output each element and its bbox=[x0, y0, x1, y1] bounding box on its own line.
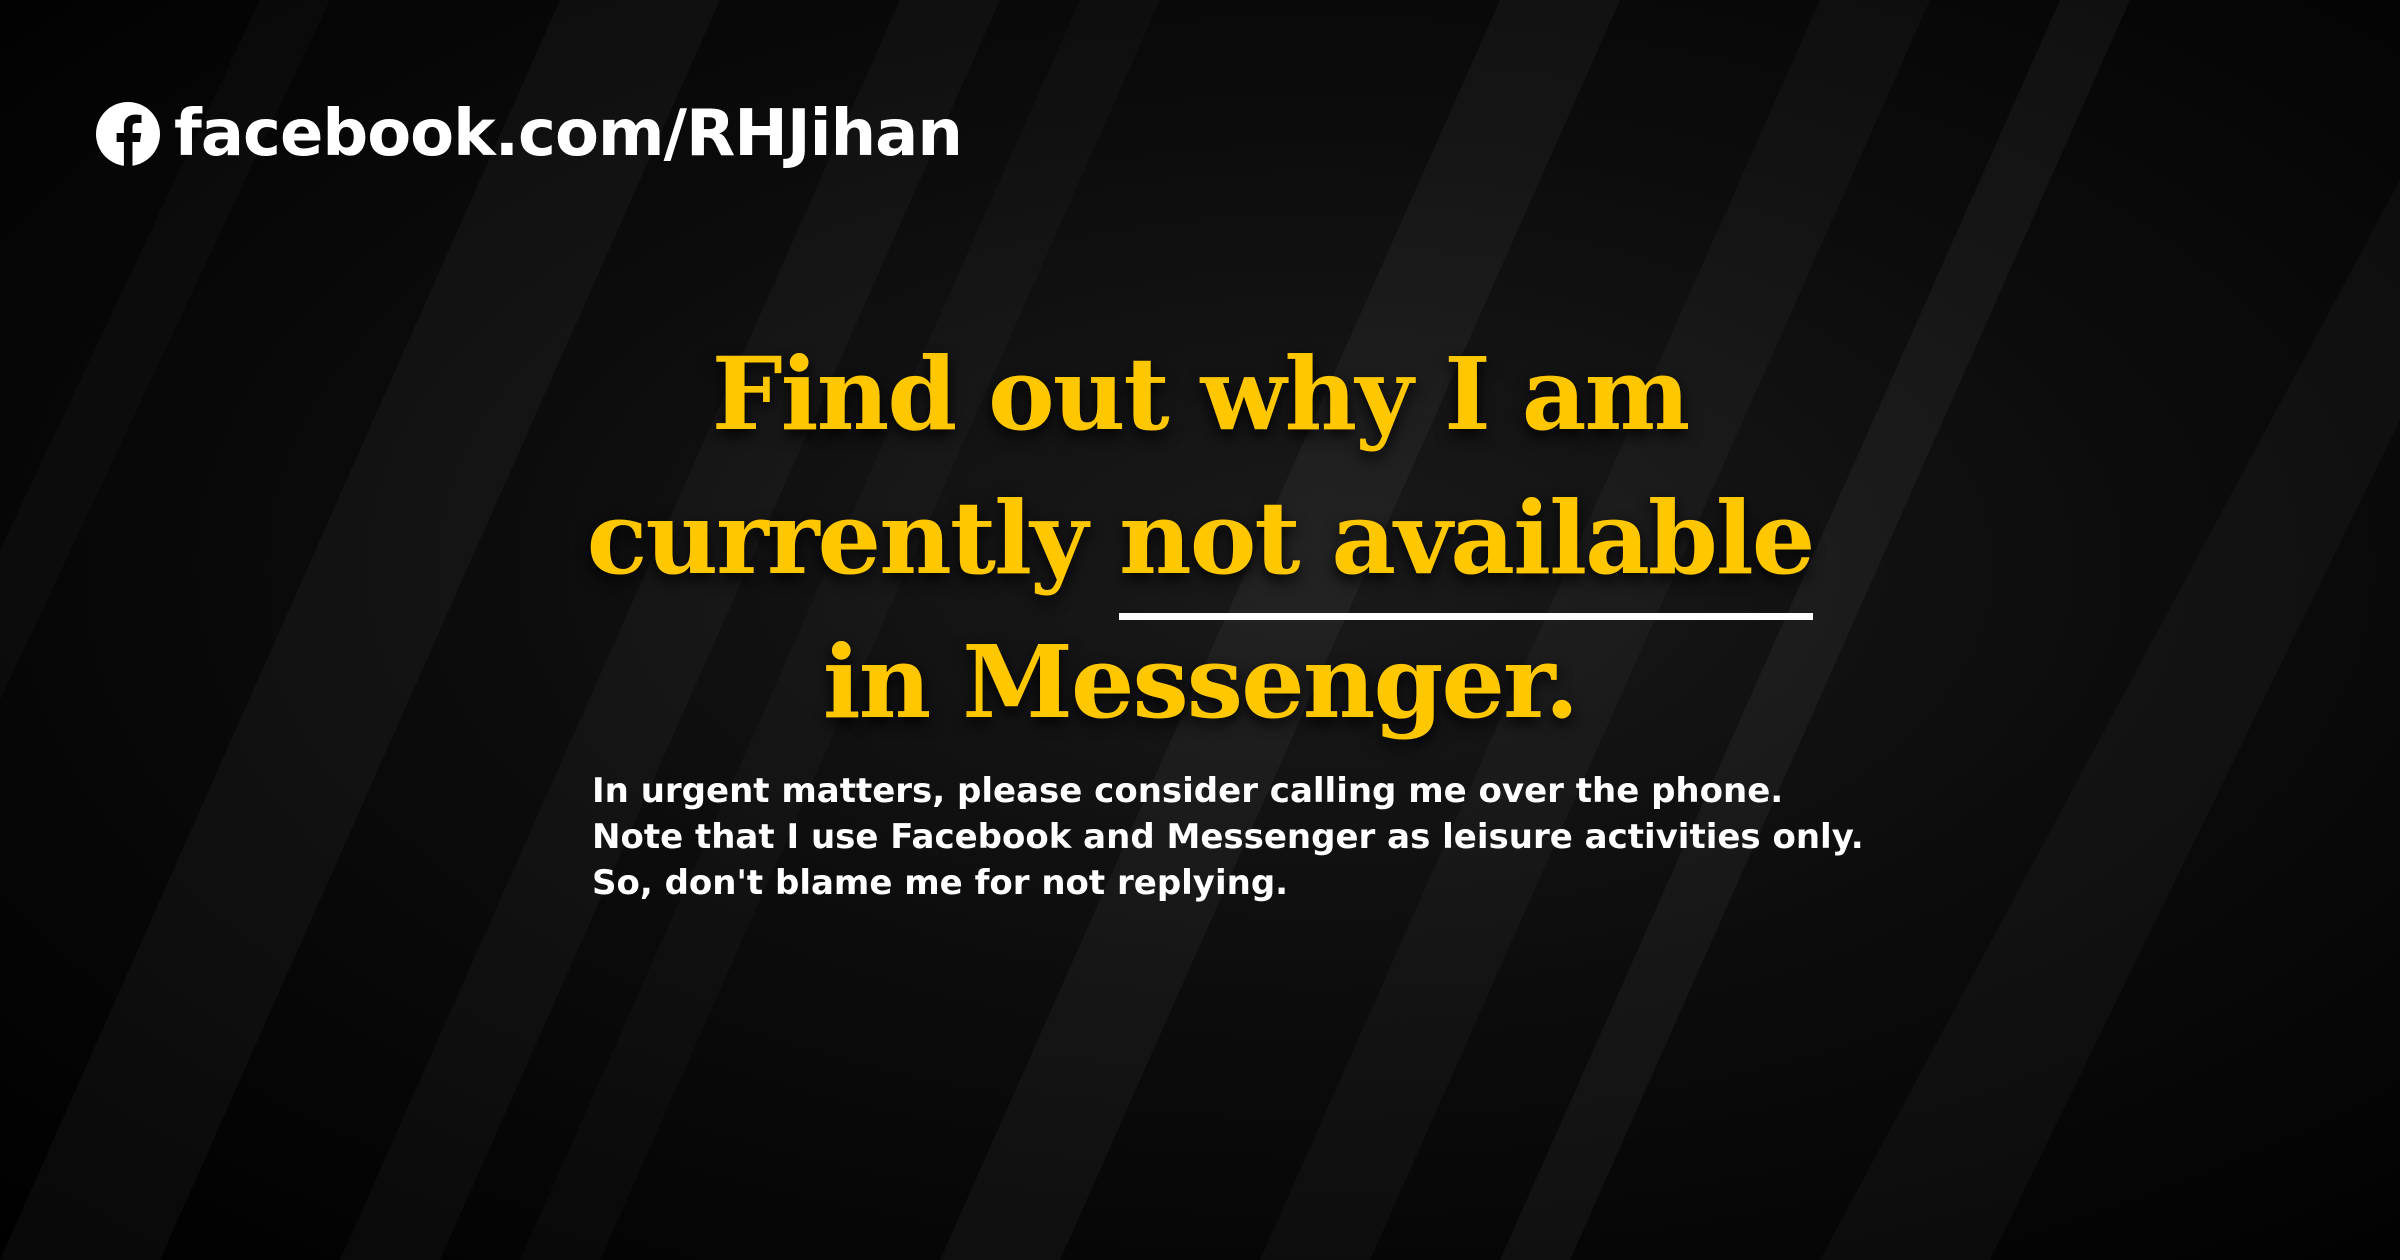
facebook-icon bbox=[96, 102, 160, 166]
headline: Find out why I am currently not availabl… bbox=[0, 322, 2400, 754]
headline-underlined-phrase: not available bbox=[1118, 466, 1815, 620]
headline-line-3: in Messenger. bbox=[822, 623, 1580, 741]
body-text: In urgent matters, please consider calli… bbox=[592, 768, 1912, 906]
body-line-3: So, don't blame me for not replying. bbox=[592, 863, 1289, 903]
headline-line-2-prefix: currently bbox=[586, 479, 1119, 597]
brand[interactable]: facebook.com/RHJihan bbox=[96, 96, 963, 172]
body-line-1: In urgent matters, please consider calli… bbox=[592, 771, 1784, 811]
body-line-2: Note that I use Facebook and Messenger a… bbox=[592, 817, 1864, 857]
banner: facebook.com/RHJihan Find out why I am c… bbox=[0, 0, 2400, 1260]
headline-line-1: Find out why I am bbox=[711, 335, 1691, 453]
headline-line-2: currently not available bbox=[0, 466, 2400, 620]
brand-link-text: facebook.com/RHJihan bbox=[174, 97, 963, 171]
